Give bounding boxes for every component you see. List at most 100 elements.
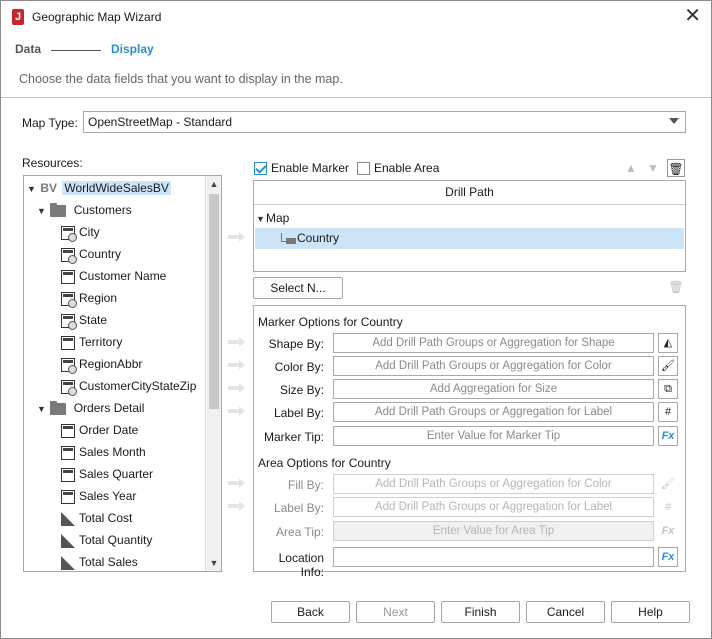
hash-icon[interactable]: # — [658, 497, 678, 517]
step-data[interactable]: Data — [15, 42, 41, 56]
shape-by-label: Shape By: — [268, 337, 324, 351]
tree-field[interactable]: RegionAbbr — [61, 355, 143, 374]
checkbox-checked-icon[interactable] — [254, 162, 267, 176]
tree-field[interactable]: Country — [61, 245, 121, 264]
tree-field[interactable]: City — [61, 223, 100, 242]
add-to-drill-path-arrow-icon[interactable] — [228, 232, 246, 242]
add-shape-arrow-icon[interactable] — [228, 337, 246, 347]
drill-path-item[interactable]: Country — [255, 228, 684, 249]
shape-icon[interactable]: ◭ — [658, 333, 678, 353]
back-button[interactable]: Back — [271, 601, 350, 623]
collapse-icon[interactable]: ▼ — [256, 210, 266, 228]
add-fill-arrow-icon[interactable] — [228, 478, 246, 488]
wizard-window: J Geographic Map Wizard ✕ Data Display C… — [0, 0, 712, 639]
tree-root[interactable]: ▼ BV WorldWideSalesBV — [27, 179, 171, 197]
tree-field[interactable]: Sales Year — [61, 487, 136, 505]
aggregation-icon — [61, 511, 75, 526]
paint-brush-icon[interactable]: 🖌 — [658, 474, 678, 494]
area-tip-field[interactable]: Enter Value for Area Tip — [333, 521, 654, 541]
move-up-icon[interactable]: ▲ — [622, 159, 640, 177]
collapse-icon[interactable]: ▼ — [27, 180, 37, 198]
size-icon[interactable]: ⧉ — [658, 379, 678, 399]
field-icon — [61, 423, 75, 438]
enable-area-checkbox[interactable]: Enable Area — [357, 160, 439, 176]
tree-field[interactable]: Order Date — [61, 421, 138, 439]
map-type-select[interactable]: OpenStreetMap - Standard — [83, 111, 686, 133]
drill-path-panel: Drill Path ▼Map Country — [253, 180, 686, 272]
tree-field[interactable]: CustomerCityStateZip — [61, 377, 196, 396]
formula-icon[interactable]: Fx — [658, 521, 678, 541]
tree-field[interactable]: State — [61, 311, 108, 330]
close-icon[interactable]: ✕ — [684, 5, 701, 27]
instruction-text: Choose the data fields that you want to … — [19, 72, 343, 86]
field-label: Sales Month — [79, 445, 146, 459]
formula-icon[interactable]: Fx — [658, 426, 678, 446]
folder-icon — [50, 400, 67, 415]
add-area-label-arrow-icon[interactable] — [228, 501, 246, 511]
add-color-arrow-icon[interactable] — [228, 360, 246, 370]
drill-path-root[interactable]: ▼Map — [256, 209, 289, 227]
add-size-arrow-icon[interactable] — [228, 383, 246, 393]
field-label: Sales Year — [79, 489, 137, 503]
tree-field[interactable]: Customer Name — [61, 267, 166, 285]
scroll-down-icon[interactable]: ▼ — [209, 558, 219, 568]
field-icon — [61, 445, 75, 460]
tree-measure[interactable]: Total Quantity — [61, 531, 152, 549]
tree-field[interactable]: Region — [61, 289, 117, 308]
area-options-title: Area Options for Country — [258, 456, 391, 470]
scroll-up-icon[interactable]: ▲ — [209, 179, 219, 189]
tree-measure[interactable]: Total Sales — [61, 553, 138, 571]
color-by-field[interactable]: Add Drill Path Groups or Aggregation for… — [333, 356, 654, 376]
field-label: Sales Quarter — [79, 467, 154, 481]
tree-folder-customers[interactable]: ▼ Customers — [37, 201, 132, 219]
tree-measure[interactable]: Total Cost — [61, 509, 132, 527]
options-panel: Marker Options for Country Shape By: Add… — [253, 305, 686, 579]
folder-icon — [50, 202, 67, 217]
title-bar: J Geographic Map Wizard ✕ — [1, 1, 711, 33]
geo-field-icon — [61, 313, 77, 330]
tree-field[interactable]: Sales Month — [61, 443, 146, 461]
business-view-icon: BV — [40, 181, 58, 195]
enable-marker-checkbox[interactable]: Enable Marker — [254, 160, 349, 176]
move-down-icon[interactable]: ▼ — [644, 159, 662, 177]
field-label: State — [79, 313, 108, 327]
tree-scrollbar[interactable]: ▲ ▼ — [205, 176, 221, 571]
collapse-icon[interactable]: ▼ — [37, 400, 47, 418]
location-info-field[interactable] — [333, 547, 654, 567]
delete-icon[interactable]: 🗑 — [667, 278, 685, 296]
field-icon — [61, 489, 75, 504]
step-display[interactable]: Display — [111, 42, 154, 56]
help-button[interactable]: Help — [611, 601, 690, 623]
checkbox-unchecked-icon[interactable] — [357, 162, 370, 176]
size-by-field[interactable]: Add Aggregation for Size — [333, 379, 654, 399]
cancel-button[interactable]: Cancel — [526, 601, 605, 623]
level-icon — [279, 232, 297, 246]
scroll-thumb[interactable] — [209, 194, 219, 409]
hash-icon[interactable]: # — [658, 402, 678, 422]
area-label-by-label: Label By: — [273, 501, 324, 515]
next-button[interactable]: Next — [356, 601, 435, 623]
area-label-by-field[interactable]: Add Drill Path Groups or Aggregation for… — [333, 497, 654, 517]
delete-icon[interactable]: 🗑 — [667, 159, 685, 177]
marker-tip-field[interactable]: Enter Value for Marker Tip — [333, 426, 654, 446]
tree-folder-orders-detail[interactable]: ▼ Orders Detail — [37, 399, 144, 417]
finish-button[interactable]: Finish — [441, 601, 520, 623]
collapse-icon[interactable]: ▼ — [37, 202, 47, 220]
area-tip-label: Area Tip: — [275, 525, 324, 539]
tree-field[interactable]: Territory — [61, 333, 122, 351]
app-logo-icon: J — [12, 9, 24, 25]
shape-by-field[interactable]: Add Drill Path Groups or Aggregation for… — [333, 333, 654, 353]
paint-brush-icon[interactable]: 🖌 — [658, 356, 678, 376]
add-label-arrow-icon[interactable] — [228, 406, 246, 416]
color-by-label: Color By: — [274, 360, 324, 374]
label-by-field[interactable]: Add Drill Path Groups or Aggregation for… — [333, 402, 654, 422]
formula-icon[interactable]: Fx — [658, 547, 678, 567]
select-button[interactable]: Select N... — [253, 277, 343, 299]
fill-by-field[interactable]: Add Drill Path Groups or Aggregation for… — [333, 474, 654, 494]
location-info-label: Location Info: — [278, 551, 324, 579]
chevron-down-icon[interactable] — [669, 118, 679, 124]
tree-field[interactable]: Sales Quarter — [61, 465, 153, 483]
field-icon — [61, 269, 75, 284]
field-icon — [61, 467, 75, 482]
field-label: RegionAbbr — [79, 357, 143, 371]
